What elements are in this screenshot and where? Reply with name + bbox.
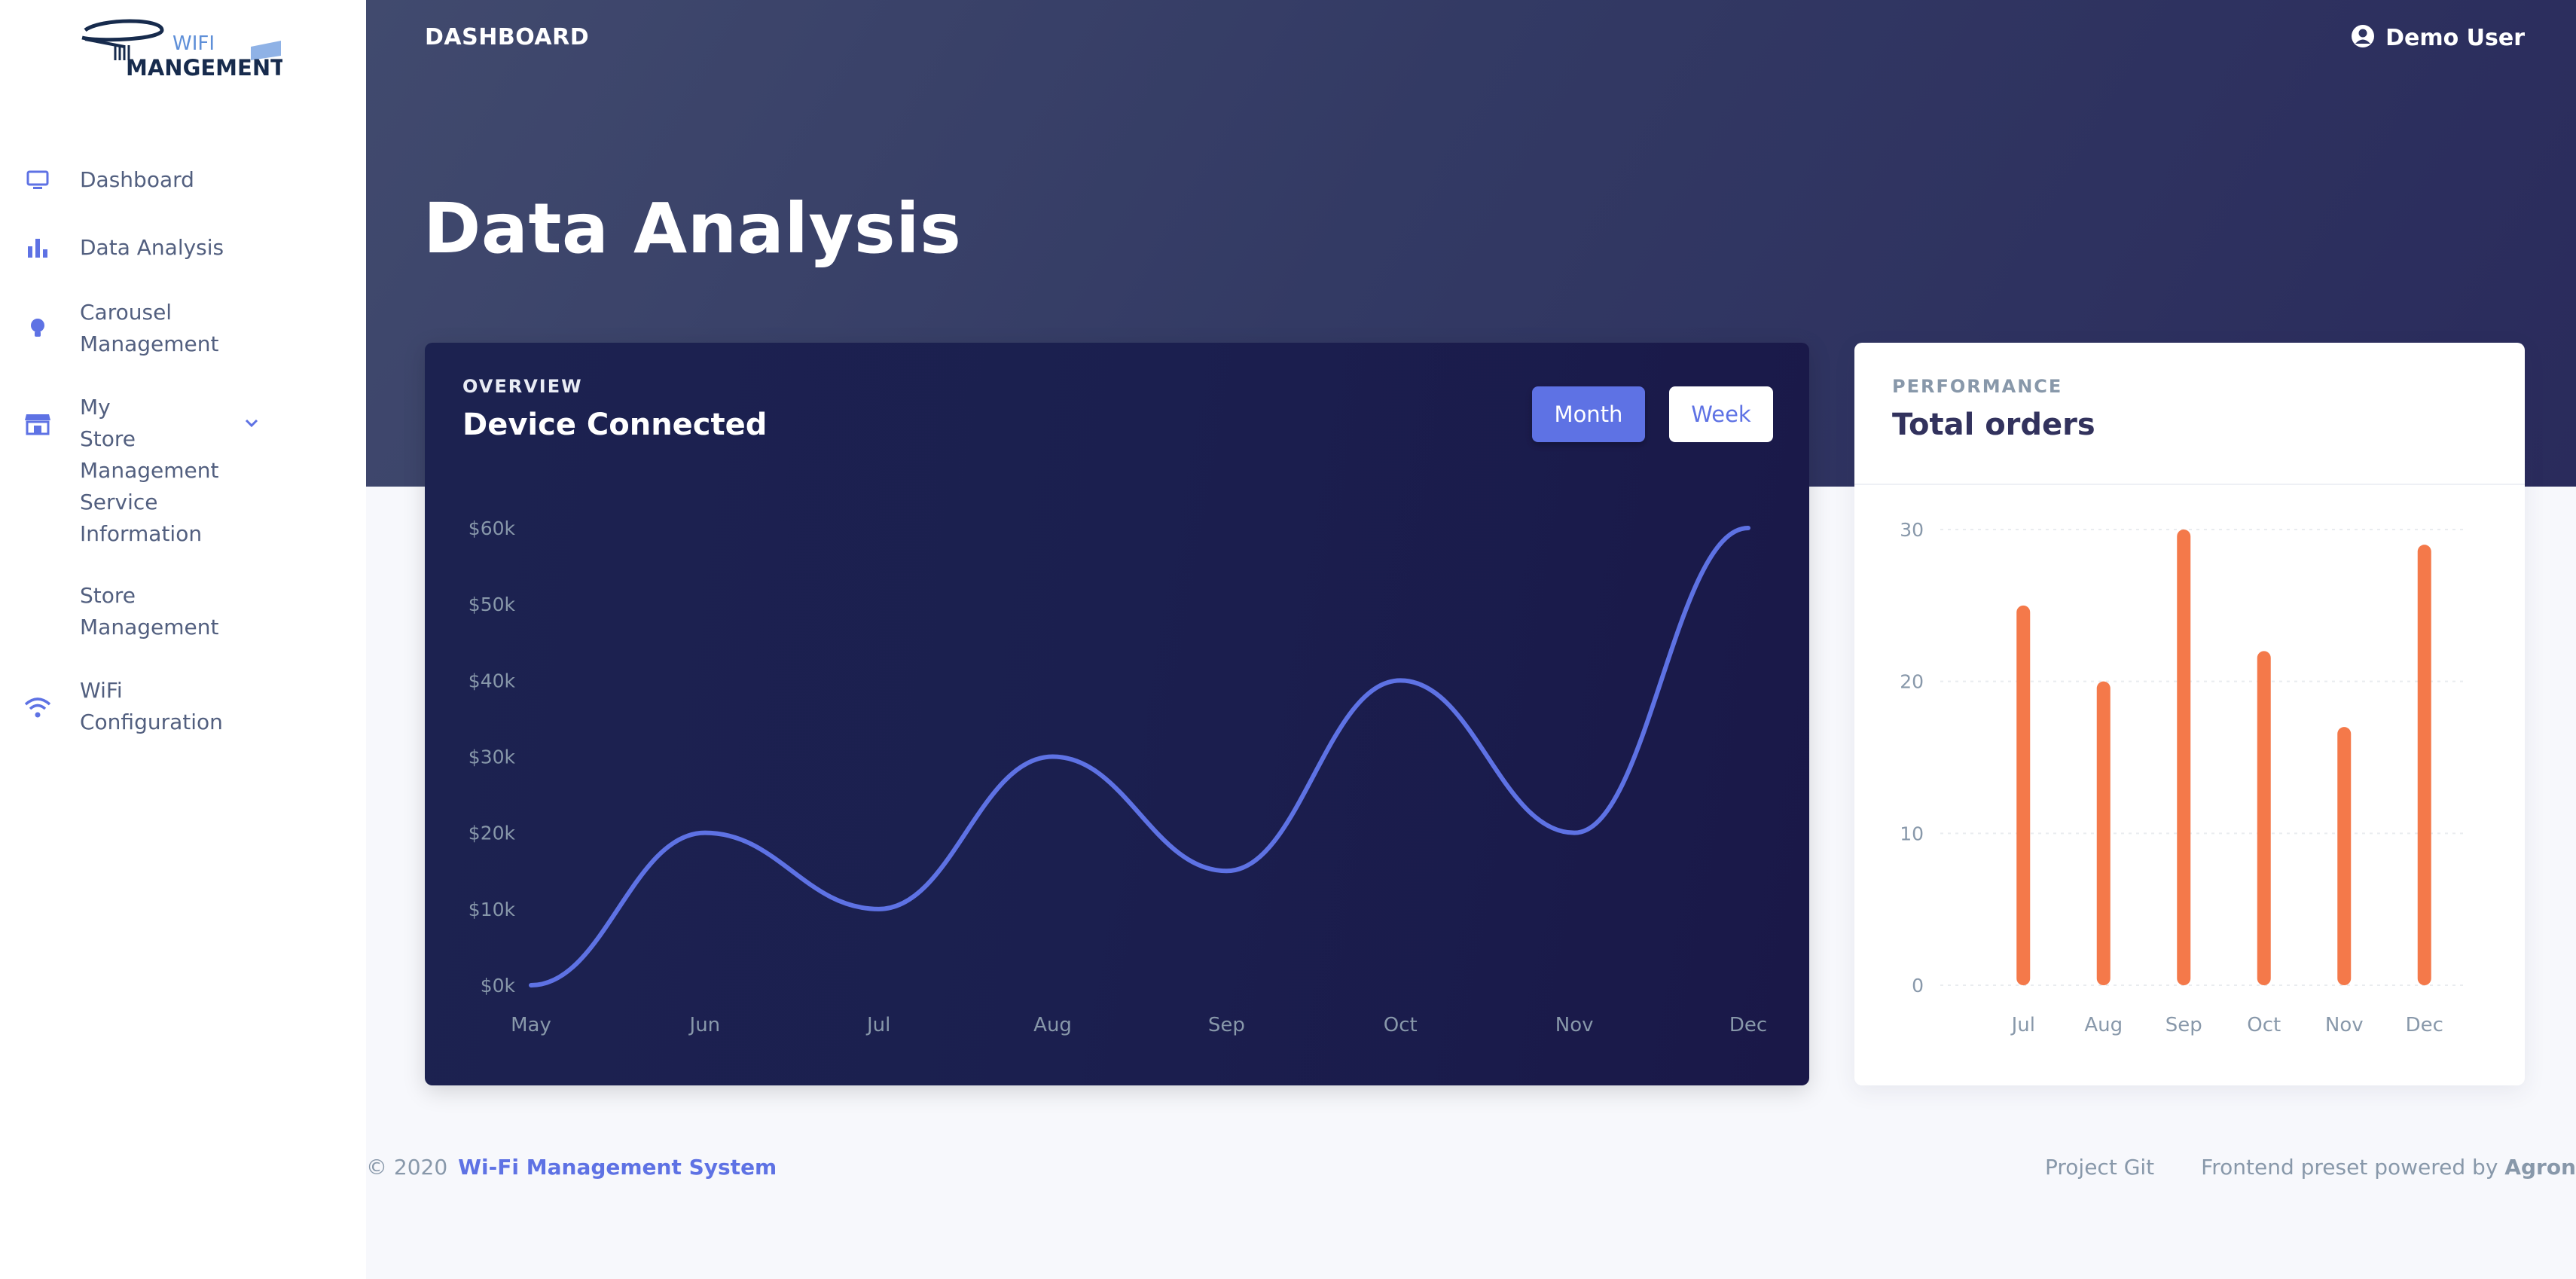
x-tick-label: Aug [2084, 1014, 2123, 1036]
bar-chart-icon [23, 233, 53, 263]
y-tick-label: $0k [481, 975, 516, 997]
y-tick-label: $30k [469, 746, 516, 768]
store-icon [23, 408, 53, 438]
brand-logo[interactable]: WIFI MANGEMENT [72, 17, 282, 80]
x-tick-label: Jun [688, 1014, 721, 1036]
bulb-icon [23, 313, 53, 343]
bar [2257, 651, 2271, 985]
sidebar-item-dashboard[interactable]: Dashboard [0, 164, 366, 196]
footer-credit: Frontend preset powered by Agron [2201, 1155, 2576, 1180]
device-connected-card: OVERVIEW Device Connected Month Week $0k… [425, 343, 1809, 1085]
sidebar-item-label: Carousel Management [80, 300, 219, 356]
x-tick-label: Aug [1033, 1014, 1072, 1036]
x-tick-label: Sep [2165, 1014, 2202, 1036]
x-tick-label: Dec [2406, 1014, 2443, 1036]
y-tick-label: $40k [469, 670, 516, 691]
footer-copyright: © 2020 Wi-Fi Management System [366, 1155, 777, 1180]
logo-text-top: WIFI [172, 32, 215, 55]
total-orders-card: PERFORMANCE Total orders 0 10 20 30 Jul Aug Se… [1854, 343, 2525, 1085]
footer-links: Project Git Frontend preset powered by A… [2045, 1155, 2576, 1180]
bar [2417, 545, 2431, 985]
credit-prefix: Frontend preset powered by [2201, 1155, 2498, 1180]
series-line [529, 526, 1750, 987]
copyright-text: © 2020 [366, 1155, 448, 1180]
page-title: Data Analysis [423, 188, 962, 269]
bar [2096, 681, 2111, 985]
footer-brand-link[interactable]: Wi-Fi Management System [458, 1155, 777, 1180]
sidebar-item-carousel[interactable]: Carousel Management [0, 297, 366, 360]
user-circle-icon [2351, 24, 2375, 51]
sidebar-item-label: Store Management [80, 583, 219, 640]
x-tick-label: Oct [2247, 1014, 2281, 1036]
breadcrumb[interactable]: DASHBOARD [425, 24, 589, 50]
y-tick-label: 30 [1900, 519, 1924, 541]
x-tick-label: Oct [1384, 1014, 1418, 1036]
sidebar-item-label: Service Information [80, 490, 203, 546]
bar [2337, 727, 2352, 985]
user-name: Demo User [2385, 24, 2525, 51]
y-tick-label: 20 [1900, 671, 1924, 693]
y-tick-label: 0 [1912, 975, 1924, 997]
sidebar-item-label: WiFi Configuration [80, 678, 223, 734]
x-tick-label: May [511, 1014, 551, 1036]
sidebar-item-wifi-configuration[interactable]: WiFi Configuration [0, 675, 366, 738]
x-tick-label: Nov [1555, 1014, 1594, 1036]
sidebar-item-label: My Store Management [80, 395, 219, 483]
sidebar-item-label: Dashboard [80, 167, 194, 192]
total-orders-bar-chart: 0 10 20 30 Jul Aug Sep Oct Nov Dec [1900, 519, 2465, 1036]
logo-text-bottom: MANGEMENT [126, 55, 282, 80]
sidebar-item-data-analysis[interactable]: Data Analysis [0, 232, 366, 264]
sidebar-item-label: Data Analysis [80, 235, 224, 260]
user-menu[interactable]: Demo User [2351, 24, 2525, 51]
y-tick-label: $60k [469, 517, 516, 539]
sidebar-item-service-information[interactable]: Service Information [0, 487, 366, 550]
credit-name-link[interactable]: Agron [2504, 1155, 2576, 1180]
bar [2016, 605, 2031, 985]
sidebar-item-store-management[interactable]: Store Management [0, 580, 366, 643]
wifi-icon [23, 693, 53, 723]
x-tick-label: Nov [2325, 1014, 2364, 1036]
y-tick-label: 10 [1900, 823, 1924, 844]
y-tick-label: $10k [469, 899, 516, 920]
y-tick-label: $20k [469, 823, 516, 844]
x-tick-label: Sep [1208, 1014, 1245, 1036]
device-connected-line-chart: $0k $10k $20k $30k $40k $50k $60k May Jun Jul Aug S… [469, 517, 1767, 1036]
y-tick-label: $50k [469, 594, 516, 615]
monitor-icon [23, 165, 53, 195]
sidebar: WIFI MANGEMENT Dashboard Data Analysis C… [0, 0, 366, 1279]
x-tick-label: Jul [865, 1014, 890, 1036]
project-git-link[interactable]: Project Git [2045, 1155, 2154, 1180]
chevron-down-icon[interactable] [240, 411, 264, 435]
x-tick-label: Dec [1729, 1014, 1767, 1036]
x-tick-label: Jul [2010, 1014, 2035, 1036]
sidebar-item-my-store[interactable]: My Store Management [0, 392, 366, 483]
bar [2177, 530, 2191, 985]
